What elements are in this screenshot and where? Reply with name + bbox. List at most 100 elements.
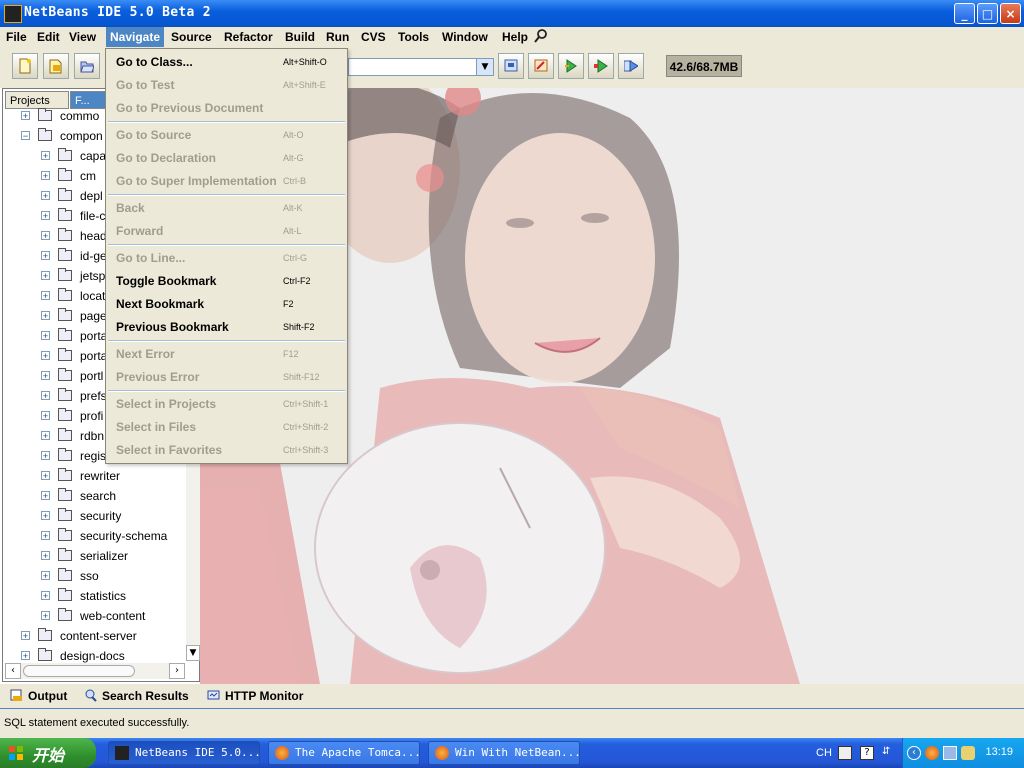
expand-icon[interactable]: + xyxy=(41,231,50,241)
expand-icon[interactable]: + xyxy=(41,151,50,161)
minimize-button[interactable]: _ xyxy=(954,3,975,24)
tree-item[interactable]: + security xyxy=(3,506,185,526)
menu-item-shortcut: Shift-F2 xyxy=(283,322,315,332)
folder-icon xyxy=(58,428,72,441)
folder-icon xyxy=(58,548,72,561)
menu-file[interactable]: File xyxy=(2,27,31,47)
expand-icon[interactable]: + xyxy=(41,391,50,401)
firefox-icon[interactable] xyxy=(925,746,939,760)
expand-icon[interactable]: + xyxy=(41,371,50,381)
expand-icon[interactable]: + xyxy=(21,631,30,641)
menu-item-previous-bookmark[interactable]: Previous Bookmark Shift-F2 xyxy=(106,316,347,338)
tree-item[interactable]: + web-content xyxy=(3,606,185,626)
maximize-button[interactable]: □ xyxy=(977,3,998,24)
task-netbeans[interactable]: NetBeans IDE 5.0... xyxy=(108,741,261,765)
expand-icon[interactable]: + xyxy=(41,591,50,601)
expand-icon[interactable]: + xyxy=(41,191,50,201)
new-file-button[interactable] xyxy=(12,53,38,79)
build-button[interactable] xyxy=(498,53,524,79)
menu-tools[interactable]: Tools xyxy=(394,27,433,47)
keyboard-icon[interactable] xyxy=(838,746,852,760)
menu-item-next-bookmark[interactable]: Next Bookmark F2 xyxy=(106,293,347,315)
tree-item[interactable]: + rewriter xyxy=(3,466,185,486)
menu-edit[interactable]: Edit xyxy=(33,27,64,47)
menu-refactor[interactable]: Refactor xyxy=(220,27,277,47)
menu-build[interactable]: Build xyxy=(281,27,319,47)
menu-item-label: Next Bookmark xyxy=(116,297,205,311)
clock[interactable]: 13:19 xyxy=(985,746,1013,758)
chevron-left-icon[interactable]: ‹ xyxy=(907,746,921,760)
expand-icon[interactable]: + xyxy=(41,431,50,441)
expand-icon[interactable]: + xyxy=(41,271,50,281)
menu-cvs[interactable]: CVS xyxy=(357,27,390,47)
configuration-combo[interactable]: ▼ xyxy=(348,58,494,76)
tree-item[interactable]: + security-schema xyxy=(3,526,185,546)
debug-button[interactable] xyxy=(588,53,614,79)
expand-icon[interactable]: + xyxy=(41,551,50,561)
task-win-with-netbeans[interactable]: Win With NetBean... xyxy=(428,741,581,765)
menu-navigate[interactable]: Navigate xyxy=(106,27,165,47)
folder-icon xyxy=(38,648,52,661)
expand-icon[interactable]: + xyxy=(41,491,50,501)
expand-icon[interactable]: + xyxy=(41,311,50,321)
users-icon[interactable] xyxy=(961,746,975,760)
expand-icon[interactable]: + xyxy=(41,351,50,361)
scroll-left-icon[interactable]: ‹ xyxy=(5,663,21,679)
menu-item-shortcut: Alt-O xyxy=(283,130,304,140)
horizontal-scrollbar[interactable]: ‹ › xyxy=(5,663,185,679)
tree-item[interactable]: + serializer xyxy=(3,546,185,566)
task-tomcat[interactable]: The Apache Tomca... xyxy=(268,741,421,765)
memory-indicator[interactable]: 42.6/68.7MB xyxy=(666,55,742,77)
expand-icon[interactable]: + xyxy=(41,331,50,341)
tree-item-label: id-ge xyxy=(80,249,107,263)
tree-item[interactable]: + search xyxy=(3,486,185,506)
menu-view[interactable]: View xyxy=(65,27,100,47)
expand-icon[interactable]: + xyxy=(41,211,50,221)
scrollbar-thumb[interactable] xyxy=(23,665,135,677)
expand-icon[interactable]: + xyxy=(41,291,50,301)
tree-item-label: rewriter xyxy=(80,469,121,483)
menu-help[interactable]: Help xyxy=(498,27,532,47)
help-icon[interactable]: ? xyxy=(860,746,874,760)
collapse-icon[interactable]: − xyxy=(21,131,30,141)
scroll-right-icon[interactable]: › xyxy=(169,663,185,679)
start-button[interactable]: 开始 xyxy=(0,738,96,768)
expand-icon[interactable]: + xyxy=(21,111,30,121)
profile-button[interactable] xyxy=(618,53,644,79)
menu-item-toggle-bookmark[interactable]: Toggle Bookmark Ctrl-F2 xyxy=(106,270,347,292)
expand-icon[interactable]: + xyxy=(41,451,50,461)
menu-item-shortcut: Alt-L xyxy=(283,226,302,236)
menu-item-shortcut: Alt+Shift-E xyxy=(283,80,326,90)
expand-icon[interactable]: + xyxy=(41,611,50,621)
ime-options-icon[interactable]: ⇵ xyxy=(882,746,896,760)
chevron-down-icon[interactable]: ▼ xyxy=(476,59,493,75)
quick-search-icon[interactable] xyxy=(533,28,547,44)
language-indicator[interactable]: CH xyxy=(816,747,832,759)
expand-icon[interactable]: + xyxy=(41,531,50,541)
clean-build-icon xyxy=(534,59,548,72)
run-button[interactable] xyxy=(558,53,584,79)
network-icon[interactable] xyxy=(943,746,957,760)
tree-item[interactable]: + content-server xyxy=(3,626,185,646)
expand-icon[interactable]: + xyxy=(21,651,30,661)
folder-icon xyxy=(58,188,72,201)
expand-icon[interactable]: + xyxy=(41,411,50,421)
scroll-down-icon[interactable]: ▼ xyxy=(186,645,200,661)
expand-icon[interactable]: + xyxy=(41,471,50,481)
expand-icon[interactable]: + xyxy=(41,511,50,521)
tree-item[interactable]: + sso xyxy=(3,566,185,586)
expand-icon[interactable]: + xyxy=(41,171,50,181)
tree-item[interactable]: + statistics xyxy=(3,586,185,606)
clean-build-button[interactable] xyxy=(528,53,554,79)
expand-icon[interactable]: + xyxy=(41,251,50,261)
menu-source[interactable]: Source xyxy=(167,27,216,47)
new-project-button[interactable] xyxy=(43,53,69,79)
menu-window[interactable]: Window xyxy=(438,27,492,47)
close-button[interactable]: × xyxy=(1000,3,1021,24)
open-project-button[interactable] xyxy=(74,53,100,79)
expand-icon[interactable]: + xyxy=(41,571,50,581)
menu-run[interactable]: Run xyxy=(322,27,353,47)
menu-item-previous-error: Previous Error Shift-F12 xyxy=(106,366,347,388)
menu-item-go-to-class[interactable]: Go to Class... Alt+Shift-O xyxy=(106,51,347,73)
folder-icon xyxy=(58,148,72,161)
